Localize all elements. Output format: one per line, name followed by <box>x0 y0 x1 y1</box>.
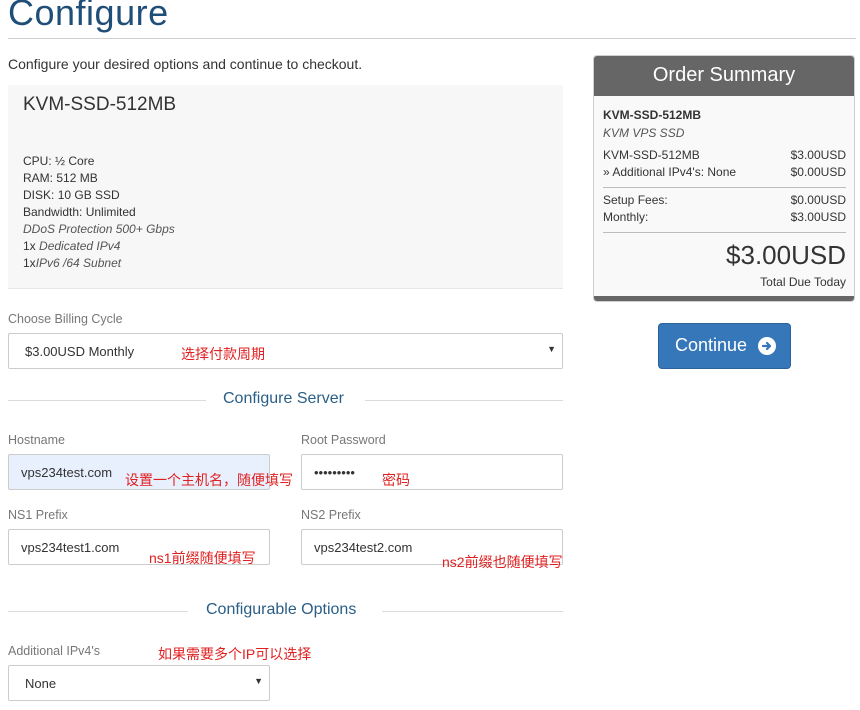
spec-ipv6-text: IPv6 /64 Subnet <box>35 256 122 270</box>
summary-product-group: KVM VPS SSD <box>603 126 685 140</box>
product-spec-list: CPU: ½ Core RAM: 512 MB DISK: 10 GB SSD … <box>23 153 175 272</box>
root-password-value: ••••••••• <box>314 465 355 480</box>
spec-cpu: CPU: ½ Core <box>23 153 175 170</box>
order-summary-panel: Order Summary KVM-SSD-512MB KVM VPS SSD … <box>593 55 855 302</box>
spec-ipv4-text: Dedicated IPv4 <box>39 239 121 253</box>
hostname-value: vps234test.com <box>21 465 113 480</box>
spec-disk-value: 10 GB SSD <box>57 188 120 202</box>
summary-monthly: Monthly: $3.00USD <box>603 210 846 227</box>
summary-total-label: Total Due Today <box>760 275 846 289</box>
summary-addon: » Additional IPv4's: None $0.00USD <box>603 165 846 182</box>
spec-cpu-value: ½ Core <box>55 154 95 168</box>
summary-setup-label: Setup Fees: <box>603 193 668 207</box>
summary-product-name: KVM-SSD-512MB <box>603 108 702 122</box>
spec-ddos: DDoS Protection 500+ Gbps <box>23 222 175 236</box>
chevron-down-icon: ▼ <box>254 676 263 686</box>
summary-divider <box>603 187 846 188</box>
spec-disk-label: DISK: <box>23 188 55 202</box>
spec-bandwidth-value: Unlimited <box>85 205 136 219</box>
spec-cpu-label: CPU: <box>23 154 52 168</box>
additional-ipv4-label: Additional IPv4's <box>8 644 101 658</box>
root-password-annotation: 密码 <box>382 472 410 488</box>
ns2-prefix-value: vps234test2.com <box>314 540 413 555</box>
summary-setup-value: $0.00USD <box>790 193 846 207</box>
continue-button[interactable]: Continue <box>658 323 791 369</box>
configure-server-title: Configure Server <box>223 390 344 407</box>
billing-cycle-label: Choose Billing Cycle <box>8 312 123 326</box>
continue-label: Continue <box>675 335 748 355</box>
spec-bandwidth-label: Bandwidth: <box>23 205 83 219</box>
section-divider-left <box>8 611 188 612</box>
spec-bandwidth: Bandwidth: Unlimited <box>23 204 175 221</box>
spec-ipv4: 1x Dedicated IPv4 <box>23 238 175 255</box>
section-divider-right <box>382 611 563 612</box>
root-password-input[interactable]: ••••••••• <box>301 454 563 490</box>
configure-server-heading: Configure Server <box>8 390 563 410</box>
configurable-options-title: Configurable Options <box>206 601 357 618</box>
product-info-panel: KVM-SSD-512MB CPU: ½ Core RAM: 512 MB DI… <box>8 85 563 289</box>
summary-line-item: KVM-SSD-512MB $3.00USD <box>603 148 846 165</box>
chevron-down-icon: ▼ <box>547 344 556 354</box>
summary-monthly-value: $3.00USD <box>790 210 846 224</box>
root-password-label: Root Password <box>301 433 386 447</box>
spec-ram-label: RAM: <box>23 171 53 185</box>
billing-cycle-annotation: 选择付款周期 <box>181 346 265 362</box>
spec-ipv4-count: 1x <box>23 239 36 253</box>
hostname-label: Hostname <box>8 433 65 447</box>
billing-cycle-select[interactable]: $3.00USD Monthly ▼ <box>8 333 563 369</box>
summary-line-item-name: KVM-SSD-512MB <box>603 148 700 162</box>
spec-ram-value: 512 MB <box>56 171 98 185</box>
intro-text: Configure your desired options and conti… <box>8 56 363 72</box>
ns2-annotation: ns2前缀也随便填写 <box>442 554 563 570</box>
title-divider <box>8 38 856 39</box>
spec-ipv6-count: 1x <box>23 256 36 270</box>
summary-total: $3.00USD <box>726 240 846 270</box>
additional-ipv4-select[interactable]: None ▼ <box>8 665 270 701</box>
spec-ram: RAM: 512 MB <box>23 170 175 187</box>
order-summary-title: Order Summary <box>594 56 854 96</box>
additional-ipv4-value: None <box>25 676 57 691</box>
summary-addon-name: » Additional IPv4's: None <box>603 165 737 179</box>
additional-ipv4-annotation: 如果需要多个IP可以选择 <box>158 646 312 662</box>
ns1-prefix-label: NS1 Prefix <box>8 508 68 522</box>
arrow-circle-right-icon <box>758 337 776 355</box>
summary-footer-bar <box>594 296 854 301</box>
hostname-annotation: 设置一个主机名，随便填写 <box>125 472 293 488</box>
spec-disk: DISK: 10 GB SSD <box>23 187 175 204</box>
page-title: Configure <box>8 0 169 33</box>
ns1-annotation: ns1前缀随便填写 <box>149 550 256 566</box>
ns1-prefix-value: vps234test1.com <box>21 540 120 555</box>
summary-divider <box>603 232 846 233</box>
billing-cycle-value: $3.00USD Monthly <box>25 344 135 359</box>
summary-line-item-price: $3.00USD <box>790 148 846 162</box>
summary-monthly-label: Monthly: <box>603 210 649 224</box>
section-divider-left <box>8 400 206 401</box>
summary-setup-fees: Setup Fees: $0.00USD <box>603 193 846 210</box>
product-name: KVM-SSD-512MB <box>23 94 177 115</box>
ns2-prefix-label: NS2 Prefix <box>301 508 361 522</box>
configurable-options-heading: Configurable Options <box>8 601 563 621</box>
spec-ipv6: 1xIPv6 /64 Subnet <box>23 255 175 272</box>
section-divider-right <box>365 400 563 401</box>
summary-addon-price: $0.00USD <box>790 165 846 179</box>
